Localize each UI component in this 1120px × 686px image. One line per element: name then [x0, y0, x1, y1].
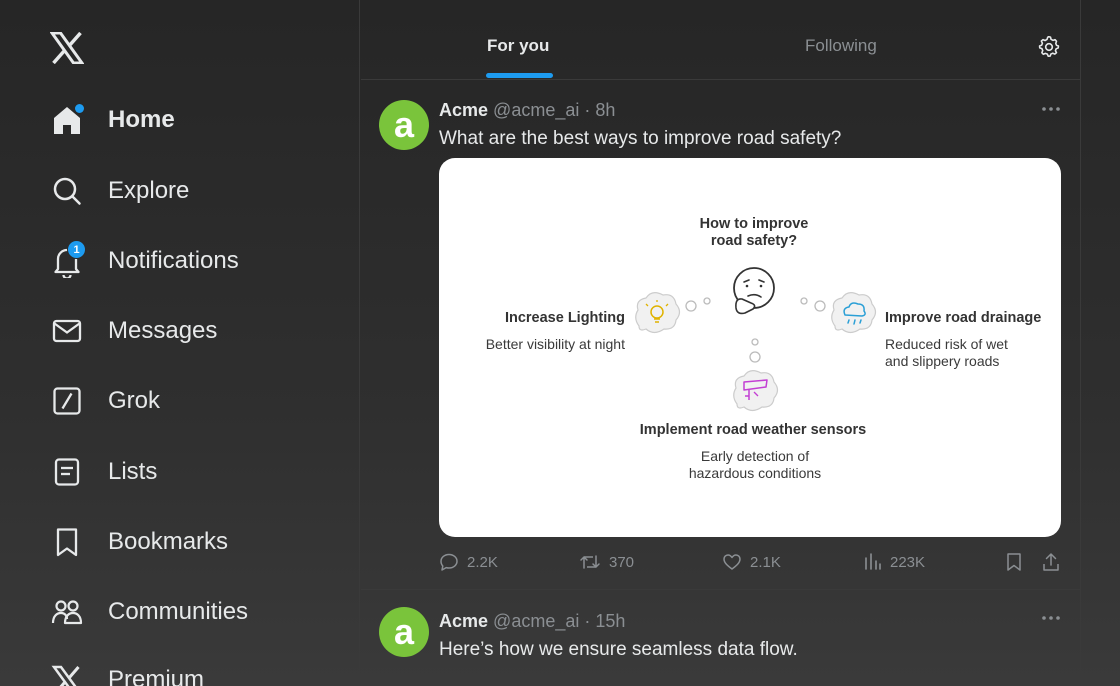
sidebar-item-communities[interactable]: Communities: [50, 587, 340, 637]
sidebar-item-label: Communities: [108, 598, 249, 625]
home-icon: [50, 103, 84, 137]
media-title-line2: road safety?: [710, 233, 798, 249]
list-icon: [50, 455, 84, 489]
post-media[interactable]: How to improve road safety? Increase Lig…: [439, 158, 1061, 537]
left-node-title: Increase Lighting: [504, 310, 625, 326]
communities-icon: [50, 595, 84, 629]
like-button[interactable]: 2.1K: [722, 552, 781, 572]
views-button[interactable]: 223K: [864, 552, 925, 572]
sidebar-item-bookmarks[interactable]: Bookmarks: [50, 517, 340, 567]
bottom-node-desc: Early detection of hazardous conditions: [439, 448, 1061, 482]
x-logo-icon[interactable]: [50, 32, 86, 66]
sidebar-item-label: Explore: [108, 177, 190, 204]
x-logo-icon: [50, 663, 84, 686]
thinking-face-icon: [733, 267, 775, 315]
more-options-icon[interactable]: [1041, 106, 1061, 112]
sidebar-item-lists[interactable]: Lists: [50, 447, 340, 497]
sidebar-item-label: Bookmarks: [108, 528, 229, 555]
timeline-tabs: For you Following: [361, 0, 1081, 80]
separator: ·: [584, 100, 591, 120]
lightbulb-icon: [635, 292, 681, 334]
repost-count: 370: [609, 553, 635, 571]
author-name[interactable]: Acme: [439, 100, 488, 120]
weather-sensor-icon: [733, 370, 779, 412]
envelope-icon: [50, 314, 84, 348]
reply-button[interactable]: 2.2K: [439, 552, 498, 572]
bottom-node-title: Implement road weather sensors: [639, 422, 867, 438]
author-name[interactable]: Acme: [439, 611, 488, 631]
active-tab-indicator: [486, 73, 553, 78]
grok-icon: [50, 384, 84, 418]
right-node-title: Improve road drainage: [885, 310, 1042, 326]
repost-button[interactable]: 370: [579, 552, 634, 572]
sidebar-item-premium[interactable]: Premium: [50, 655, 340, 686]
avatar[interactable]: a: [379, 100, 429, 150]
sidebar: Home Explore 1 Notifications Messages Gr…: [0, 0, 360, 686]
sidebar-item-notifications[interactable]: 1 Notifications: [50, 236, 340, 286]
share-icon: [1043, 553, 1059, 571]
repost-icon: [580, 555, 600, 569]
right-node-desc-line2: and slippery roads: [885, 353, 1000, 369]
reply-icon: [440, 553, 458, 571]
heart-icon: [723, 554, 741, 570]
media-title: How to improve road safety?: [439, 216, 1061, 250]
views-count: 223K: [890, 553, 926, 571]
avatar-letter: a: [394, 104, 415, 145]
tab-for-you[interactable]: For you: [487, 36, 549, 56]
separator: ·: [584, 611, 591, 631]
bottom-node-desc-line1: Early detection of: [700, 448, 810, 464]
bookmark-icon: [1007, 553, 1021, 571]
sidebar-item-home[interactable]: Home: [50, 95, 340, 145]
timeline: For you Following a Acme @acme_ai · 8h W…: [361, 0, 1081, 686]
left-node-desc: Better visibility at night: [485, 336, 625, 352]
sidebar-item-messages[interactable]: Messages: [50, 306, 340, 356]
post-actions: 2.2K 370 2.1K 223K: [439, 552, 1061, 576]
bottom-node-desc-line2: hazardous conditions: [688, 465, 822, 481]
sidebar-item-label: Notifications: [108, 247, 239, 274]
author-handle[interactable]: @acme_ai: [493, 611, 579, 631]
bookmark-button[interactable]: [1005, 552, 1023, 572]
tab-following[interactable]: Following: [805, 36, 877, 56]
rain-cloud-icon: [831, 292, 877, 334]
post-header: Acme @acme_ai · 8h: [439, 100, 615, 121]
sidebar-item-label: Lists: [108, 458, 158, 485]
sidebar-item-label: Home: [108, 106, 175, 133]
post[interactable]: a Acme @acme_ai · 8h What are the best w…: [361, 80, 1081, 590]
sidebar-item-label: Messages: [108, 317, 218, 344]
avatar-letter: a: [394, 611, 415, 652]
post-time[interactable]: 8h: [595, 100, 615, 120]
like-count: 2.1K: [750, 553, 781, 571]
bell-icon: 1: [50, 240, 86, 278]
post-text: What are the best ways to improve road s…: [439, 128, 842, 149]
notification-badge: 1: [67, 240, 86, 259]
sidebar-item-label: Premium: [108, 666, 205, 686]
media-title-line1: How to improve: [699, 216, 809, 232]
gear-icon[interactable]: [1038, 36, 1060, 58]
sidebar-item-label: Grok: [108, 387, 161, 414]
right-node-desc-line1: Reduced risk of wet: [885, 336, 1008, 352]
right-node-desc: Reduced risk of wet and slippery roads: [885, 336, 1008, 370]
home-notification-dot: [75, 104, 84, 113]
post-text: Here’s how we ensure seamless data flow.: [439, 639, 798, 660]
share-button[interactable]: [1042, 552, 1060, 572]
sidebar-item-grok[interactable]: Grok: [50, 376, 340, 426]
search-icon: [50, 174, 84, 208]
sidebar-item-explore[interactable]: Explore: [50, 166, 340, 216]
reply-count: 2.2K: [467, 553, 498, 571]
author-handle[interactable]: @acme_ai: [493, 100, 579, 120]
post-time[interactable]: 15h: [595, 611, 625, 631]
avatar[interactable]: a: [379, 607, 429, 657]
post-header: Acme @acme_ai · 15h: [439, 611, 625, 632]
more-options-icon[interactable]: [1041, 615, 1061, 621]
views-chart-icon: [865, 553, 881, 570]
post[interactable]: a Acme @acme_ai · 15h Here’s how we ensu…: [361, 591, 1081, 686]
bookmark-icon: [50, 525, 84, 559]
